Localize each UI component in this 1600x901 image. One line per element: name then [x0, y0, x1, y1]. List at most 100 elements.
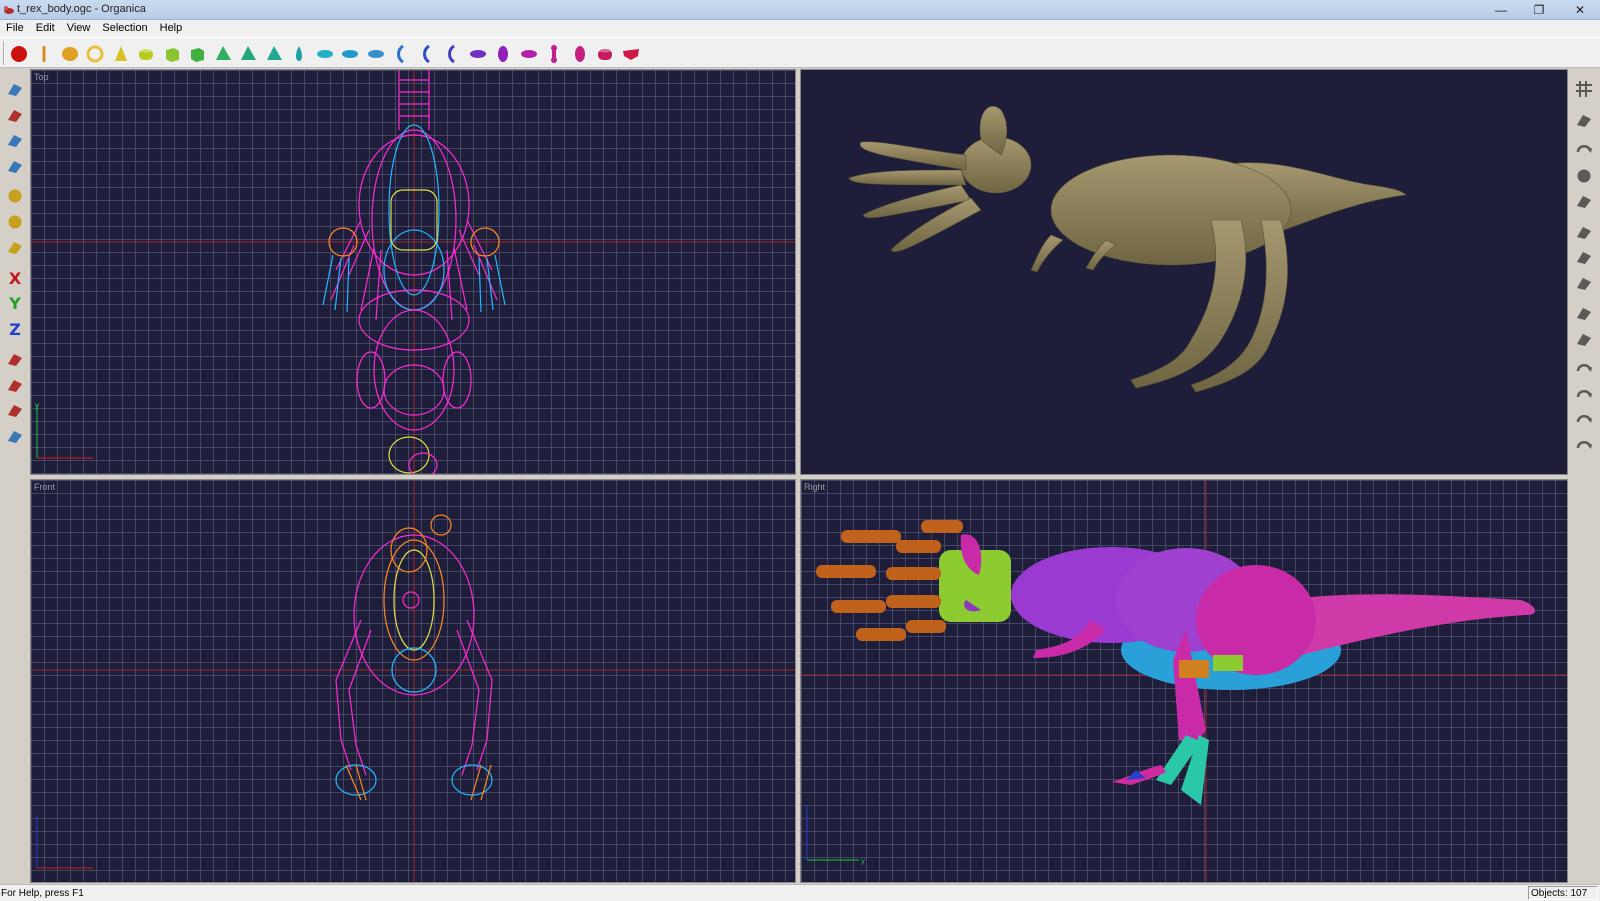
primitive-button-flat-disc[interactable] [363, 41, 388, 66]
menu-edit[interactable]: Edit [30, 20, 61, 37]
ungroup-icon [8, 405, 22, 417]
sphere-red-icon [10, 45, 27, 62]
egg-icon [498, 45, 508, 62]
saucer-icon [469, 49, 486, 58]
menu-bar: File Edit View Selection Help [0, 20, 1600, 37]
undo-tool-button[interactable] [1572, 357, 1596, 381]
twist-icon [1577, 252, 1591, 264]
paint-tool-button[interactable] [3, 154, 27, 178]
oval-icon [520, 49, 537, 58]
sphere-gold-icon [8, 189, 22, 203]
undo-icon [1576, 364, 1592, 372]
primitive-button-teardrop[interactable] [287, 41, 312, 66]
menu-help[interactable]: Help [154, 20, 189, 37]
eyes-tool-button[interactable] [3, 128, 27, 152]
right-view-primitives: y [801, 480, 1567, 882]
group-tool-button[interactable] [3, 373, 27, 397]
primitive-button-ring[interactable] [83, 41, 108, 66]
axis-z-icon: Z [9, 320, 21, 339]
primitive-button-box[interactable] [185, 41, 210, 66]
teardrop-icon [296, 45, 302, 61]
primitive-button-capsule[interactable] [567, 41, 592, 66]
organica-app-icon [4, 6, 14, 14]
render-icon [1577, 114, 1591, 127]
status-object-count: Objects: 107 [1528, 886, 1598, 900]
wrench-tool-button[interactable] [3, 424, 27, 448]
twist-tool-button[interactable] [1572, 245, 1596, 269]
sphere-pair-tool-button[interactable] [3, 210, 27, 234]
skeleton-tool-button[interactable] [1572, 271, 1596, 295]
window-title: t_rex_body.ogc - Organica [17, 3, 146, 15]
primitive-button-wedge[interactable] [261, 41, 286, 66]
primitive-button-sphere-red[interactable] [6, 41, 31, 66]
link-tool-button[interactable] [3, 347, 27, 371]
primitive-button-disc[interactable] [312, 41, 337, 66]
viewport-top[interactable]: y Top [30, 69, 796, 475]
bend-tool-button[interactable] [1572, 220, 1596, 244]
primitive-button-drum[interactable] [593, 41, 618, 66]
axis-y-tool-button[interactable]: Y [3, 291, 27, 315]
primitive-button-bone[interactable] [542, 41, 567, 66]
cone-icon [114, 45, 127, 61]
select-arrow-icon [8, 84, 22, 96]
primitive-button-ellipsoid[interactable] [57, 41, 82, 66]
blob-tool-button[interactable] [1572, 164, 1596, 188]
primitive-button-oval[interactable] [516, 41, 541, 66]
status-bar: For Help, press F1 Objects: 107 [0, 884, 1600, 901]
redo-tool-button[interactable] [1572, 383, 1596, 407]
title-bar: t_rex_body.ogc - Organica — ❐ ✕ [0, 0, 1600, 20]
primitive-button-egg[interactable] [491, 41, 516, 66]
orbit-tool-button[interactable] [1572, 408, 1596, 432]
primitive-button-stick[interactable] [32, 41, 57, 66]
viewport-perspective[interactable] [800, 69, 1568, 475]
minimize-button[interactable]: — [1484, 0, 1518, 19]
drop-tool-button[interactable] [3, 235, 27, 259]
maximize-icon: ❐ [1533, 2, 1545, 17]
ungroup-tool-button[interactable] [3, 398, 27, 422]
primitive-button-cylinder[interactable] [134, 41, 159, 66]
render-tool-button[interactable] [1572, 108, 1596, 132]
drum-icon [598, 47, 612, 60]
sphere-pair-icon [8, 215, 22, 228]
menu-selection[interactable]: Selection [96, 20, 153, 37]
grid-tool-button[interactable] [1572, 77, 1596, 101]
menu-file[interactable]: File [0, 20, 30, 37]
blob-icon [1577, 169, 1591, 182]
cut-tool-button[interactable] [3, 103, 27, 127]
sphere-gold-tool-button[interactable] [3, 184, 27, 208]
viewport-front[interactable]: Front [30, 479, 796, 883]
primitive-button-arc[interactable] [389, 41, 414, 66]
primitive-button-saucer[interactable] [465, 41, 490, 66]
primitive-button-lens[interactable] [338, 41, 363, 66]
cut-icon [8, 109, 22, 122]
maximize-button[interactable]: ❐ [1522, 0, 1556, 19]
close-button[interactable]: ✕ [1562, 0, 1598, 19]
perspective-solid-model [848, 105, 1407, 393]
axis-x-tool-button[interactable]: X [3, 266, 27, 290]
primitive-button-slab[interactable] [618, 41, 643, 66]
primitive-button-pyramid[interactable] [210, 41, 235, 66]
joint-tool-button[interactable] [1572, 301, 1596, 325]
primitive-button-crescent[interactable] [414, 41, 439, 66]
viewport-right[interactable]: y Right [800, 479, 1568, 883]
primitive-button-moon[interactable] [440, 41, 465, 66]
grid-icon [1576, 81, 1592, 97]
link-icon [8, 354, 22, 366]
pyramid-icon [215, 45, 231, 60]
eyes-icon [8, 135, 22, 147]
box-tool-tool-button[interactable] [1572, 189, 1596, 213]
toolbar-grip[interactable] [3, 41, 5, 65]
menu-view[interactable]: View [61, 20, 97, 37]
viewport-front-label: Front [34, 482, 56, 492]
flat-disc-icon [367, 49, 384, 58]
select-arrow-tool-button[interactable] [3, 77, 27, 101]
axis-z-tool-button[interactable]: Z [3, 317, 27, 341]
rotate-tool-button[interactable] [1572, 138, 1596, 162]
primitive-button-cone[interactable] [108, 41, 133, 66]
nodes-tool-button[interactable] [1572, 327, 1596, 351]
box-tool-icon [1577, 196, 1591, 208]
orbit-icon [1576, 415, 1592, 423]
primitive-button-cube[interactable] [159, 41, 184, 66]
primitive-button-prism[interactable] [236, 41, 261, 66]
orbit-alt-tool-button[interactable] [1572, 434, 1596, 458]
